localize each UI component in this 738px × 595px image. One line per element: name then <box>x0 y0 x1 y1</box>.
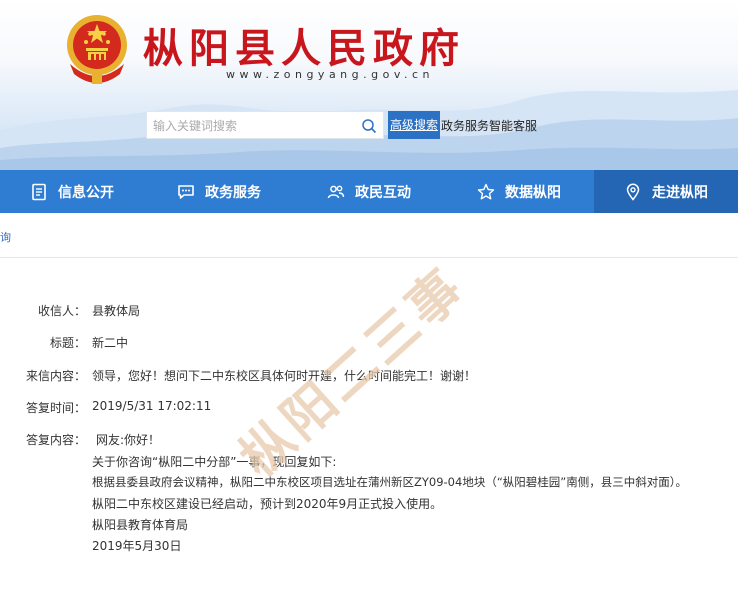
nav-item-info-disclosure[interactable]: 信息公开 <box>0 170 144 213</box>
star-icon <box>477 183 495 200</box>
reply-time-label-wrap: 答复时间： <box>0 399 86 415</box>
search-input[interactable] <box>153 117 353 135</box>
search-box <box>146 111 384 139</box>
location-pin-icon <box>626 183 640 201</box>
nav-label: 信息公开 <box>58 184 114 201</box>
nav-label: 数据枞阳 <box>505 184 561 201</box>
divider <box>0 257 738 258</box>
recipient-label-wrap: 收信人： <box>0 302 86 318</box>
main-nav: 信息公开 政务服务 政民互动 数据枞阳 走进枞阳 <box>0 170 738 213</box>
reply-content-label-wrap: 答复内容： <box>0 431 86 447</box>
people-icon <box>327 185 345 198</box>
reply-line: 2019年5月30日 <box>92 539 182 553</box>
reply-time-value: 2019/5/31 17:02:11 <box>92 399 212 413</box>
nav-label: 政民互动 <box>355 184 411 201</box>
nav-label: 走进枞阳 <box>652 184 708 201</box>
chat-icon <box>178 184 194 199</box>
reply-line: 网友:你好！ <box>96 433 161 447</box>
reply-line: 根据县委县政府会议精神，枞阳二中东校区项目选址在蒲州新区ZY09-04地块（“枞… <box>92 475 687 489</box>
recipient-label: 收信人： <box>37 304 86 318</box>
nav-item-gov-services[interactable]: 政务服务 <box>144 170 294 213</box>
document-icon <box>32 183 46 200</box>
recipient-value: 县教体局 <box>92 304 141 318</box>
subject-value: 新二中 <box>92 336 129 350</box>
site-title: 枞阳县人民政府 <box>143 25 465 72</box>
reply-line: 枞阳县教育体育局 <box>92 518 189 532</box>
content-label-wrap: 来信内容： <box>0 367 86 383</box>
national-emblem-icon <box>67 15 127 84</box>
reply-line: 枞阳二中东校区建设已经启动，预计到2020年9月正式投入使用。 <box>92 497 443 511</box>
smart-service-link[interactable]: 政务服务智能客服 <box>441 117 537 134</box>
content-value: 领导，您好！想问下二中东校区具体何时开建，什么时间能完工！谢谢！ <box>92 369 477 383</box>
content-label: 来信内容： <box>25 369 86 383</box>
site-url: www.zongyang.gov.cn <box>226 68 435 81</box>
nav-item-about-zongyang[interactable]: 走进枞阳 <box>594 170 738 213</box>
subject-label-wrap: 标题： <box>0 334 86 350</box>
breadcrumb[interactable]: 询 <box>0 229 11 245</box>
advanced-search-button[interactable]: 高级搜索 <box>388 111 440 139</box>
reply-line: 关于你咨询“枞阳二中分部”一事，现回复如下: <box>92 455 337 469</box>
search-icon[interactable] <box>361 118 377 134</box>
nav-label: 政务服务 <box>205 184 261 201</box>
reply-time-label: 答复时间： <box>25 401 86 415</box>
nav-item-data-zongyang[interactable]: 数据枞阳 <box>444 170 594 213</box>
header-banner: 枞阳县人民政府 www.zongyang.gov.cn 高级搜索 政务服务智能客… <box>0 0 738 170</box>
subject-label: 标题： <box>49 336 86 350</box>
reply-content-label: 答复内容： <box>25 433 86 447</box>
nav-item-public-interaction[interactable]: 政民互动 <box>294 170 444 213</box>
